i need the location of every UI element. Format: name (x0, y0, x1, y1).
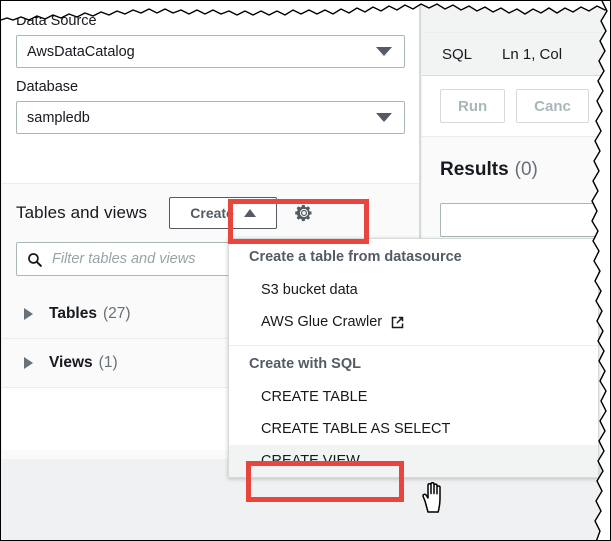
menu-group-label: Create with SQL (229, 346, 598, 381)
run-button-label: Run (458, 98, 487, 115)
menu-item-create-table-as-select[interactable]: CREATE TABLE AS SELECT (229, 413, 598, 445)
chevron-down-icon (376, 47, 392, 56)
results-section: Results (0) (422, 137, 611, 237)
menu-item-label: AWS Glue Crawler (261, 314, 382, 330)
menu-item-s3-bucket-data[interactable]: S3 bucket data (229, 274, 598, 306)
menu-item-label: CREATE VIEW (261, 453, 360, 469)
cancel-button-label: Canc (534, 98, 571, 115)
tree-count: (1) (99, 354, 118, 372)
results-count: (0) (515, 159, 538, 180)
menu-item-label: CREATE TABLE (261, 389, 367, 405)
create-dropdown-menu: Create a table from datasource S3 bucket… (228, 238, 599, 478)
create-button-label: Create (190, 205, 234, 221)
tree-label: Tables (49, 305, 97, 323)
database-field: Database sampledb (2, 78, 419, 134)
data-source-field: Data Source AwsDataCatalog (2, 12, 419, 68)
cancel-button[interactable]: Canc (516, 89, 589, 123)
editor-cursor-position: Ln 1, Col (502, 46, 562, 63)
menu-item-create-table[interactable]: CREATE TABLE (229, 381, 598, 413)
tree-count: (27) (103, 305, 131, 323)
triangle-right-icon[interactable] (24, 308, 33, 320)
external-link-icon (390, 315, 405, 330)
menu-item-label: CREATE TABLE AS SELECT (261, 421, 450, 437)
database-label: Database (16, 78, 405, 96)
filter-input-placeholder: Filter tables and views (52, 251, 195, 267)
database-value: sampledb (17, 110, 376, 126)
chevron-down-icon (376, 113, 392, 122)
run-button[interactable]: Run (440, 89, 505, 123)
settings-button[interactable] (291, 200, 317, 226)
screenshot-root: Data Source AwsDataCatalog Database samp… (0, 0, 611, 541)
menu-item-label: S3 bucket data (261, 282, 358, 298)
menu-group-label: Create a table from datasource (229, 239, 598, 274)
tree-label: Views (49, 354, 93, 372)
triangle-right-icon[interactable] (24, 357, 33, 369)
editor-tab-strip[interactable] (422, 2, 611, 33)
search-icon (26, 251, 43, 268)
create-button[interactable]: Create (169, 197, 277, 229)
database-select[interactable]: sampledb (16, 101, 405, 134)
gear-icon (294, 203, 314, 223)
chevron-up-icon (244, 209, 256, 217)
data-source-select[interactable]: AwsDataCatalog (16, 35, 405, 68)
editor-action-bar: Run Canc (422, 76, 611, 137)
menu-item-create-view[interactable]: CREATE VIEW (229, 445, 598, 477)
data-source-label: Data Source (16, 12, 405, 30)
page-title: Tables and views (16, 203, 147, 223)
results-filter-input[interactable] (440, 203, 600, 237)
data-source-value: AwsDataCatalog (17, 44, 376, 60)
editor-language-label: SQL (442, 46, 472, 63)
tables-and-views-header: Tables and views Create (2, 184, 419, 242)
editor-status-bar: SQL Ln 1, Col (422, 33, 611, 76)
results-title: Results (440, 159, 509, 180)
menu-item-aws-glue-crawler[interactable]: AWS Glue Crawler (229, 306, 598, 338)
